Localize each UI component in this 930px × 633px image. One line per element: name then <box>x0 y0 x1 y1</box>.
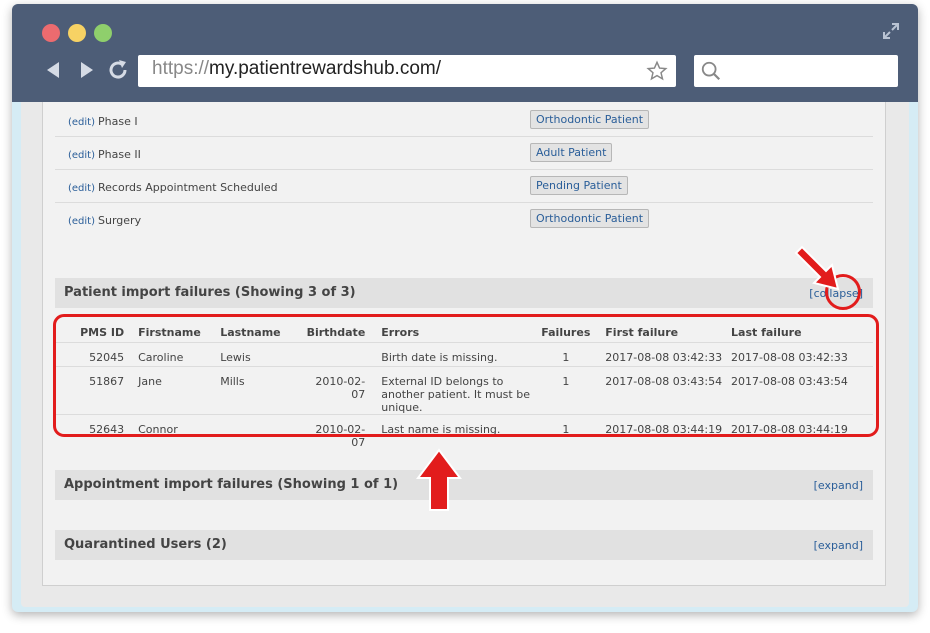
phase-name: Phase II <box>98 148 141 161</box>
phase-name: Records Appointment Scheduled <box>98 181 278 194</box>
phase-label: (edit) Phase II <box>68 148 141 161</box>
status-badge[interactable]: Orthodontic Patient <box>530 110 650 129</box>
quarantined-header: Quarantined Users (2) [expand] <box>55 530 873 560</box>
edit-link[interactable]: (edit) <box>68 117 95 128</box>
highlight-box <box>53 314 879 437</box>
quarantined-title: Quarantined Users (2) <box>64 537 227 552</box>
appointment-failures-header: Appointment import failures (Showing 1 o… <box>55 470 873 500</box>
phase-name: Surgery <box>98 214 142 227</box>
search-icon <box>701 61 721 81</box>
forward-arrow-icon[interactable] <box>74 58 98 82</box>
minimize-window-button[interactable] <box>68 24 86 42</box>
phase-label: (edit) Surgery <box>68 214 141 227</box>
fullscreen-icon[interactable] <box>882 22 900 40</box>
edit-link[interactable]: (edit) <box>68 150 95 161</box>
phase-row: (edit) Phase II Adult Patient <box>55 137 873 170</box>
patient-failures-title: Patient import failures (Showing 3 of 3) <box>64 285 356 300</box>
status-badge[interactable]: Adult Patient <box>530 143 613 162</box>
address-bar[interactable]: https://my.patientrewardshub.com/ <box>138 55 676 87</box>
edit-link[interactable]: (edit) <box>68 183 95 194</box>
url-text: https://my.patientrewardshub.com/ <box>152 58 441 80</box>
phase-name: Phase I <box>98 115 138 128</box>
url-protocol: https:// <box>152 58 210 79</box>
expand-link[interactable]: [expand] <box>814 479 863 492</box>
appointment-failures-title: Appointment import failures (Showing 1 o… <box>64 477 399 492</box>
phase-list: (edit) Phase I Orthodontic Patient (edit)… <box>55 104 873 236</box>
close-window-button[interactable] <box>42 24 60 42</box>
browser-toolbar: https://my.patientrewardshub.com/ <box>12 4 918 102</box>
url-host: my.patientrewardshub.com/ <box>209 58 442 79</box>
pointer-arrow-icon <box>794 245 840 291</box>
phase-label: (edit) Phase I <box>68 115 138 128</box>
browser-window: https://my.patientrewardshub.com/ (edit)… <box>12 4 918 612</box>
reload-icon[interactable] <box>106 58 130 82</box>
status-badge[interactable]: Orthodontic Patient <box>530 209 650 228</box>
maximize-window-button[interactable] <box>94 24 112 42</box>
phase-label: (edit) Records Appointment Scheduled <box>68 181 278 194</box>
expand-link[interactable]: [expand] <box>814 539 863 552</box>
phase-row: (edit) Surgery Orthodontic Patient <box>55 203 873 236</box>
search-box[interactable] <box>694 55 898 87</box>
phase-row: (edit) Phase I Orthodontic Patient <box>55 104 873 137</box>
phase-row: (edit) Records Appointment Scheduled Pend… <box>55 170 873 203</box>
bookmark-star-icon[interactable] <box>646 60 668 82</box>
status-badge[interactable]: Pending Patient <box>530 176 628 195</box>
back-arrow-icon[interactable] <box>42 58 66 82</box>
up-arrow-icon <box>416 448 462 511</box>
patient-failures-header: Patient import failures (Showing 3 of 3)… <box>55 278 873 308</box>
edit-link[interactable]: (edit) <box>68 216 95 227</box>
